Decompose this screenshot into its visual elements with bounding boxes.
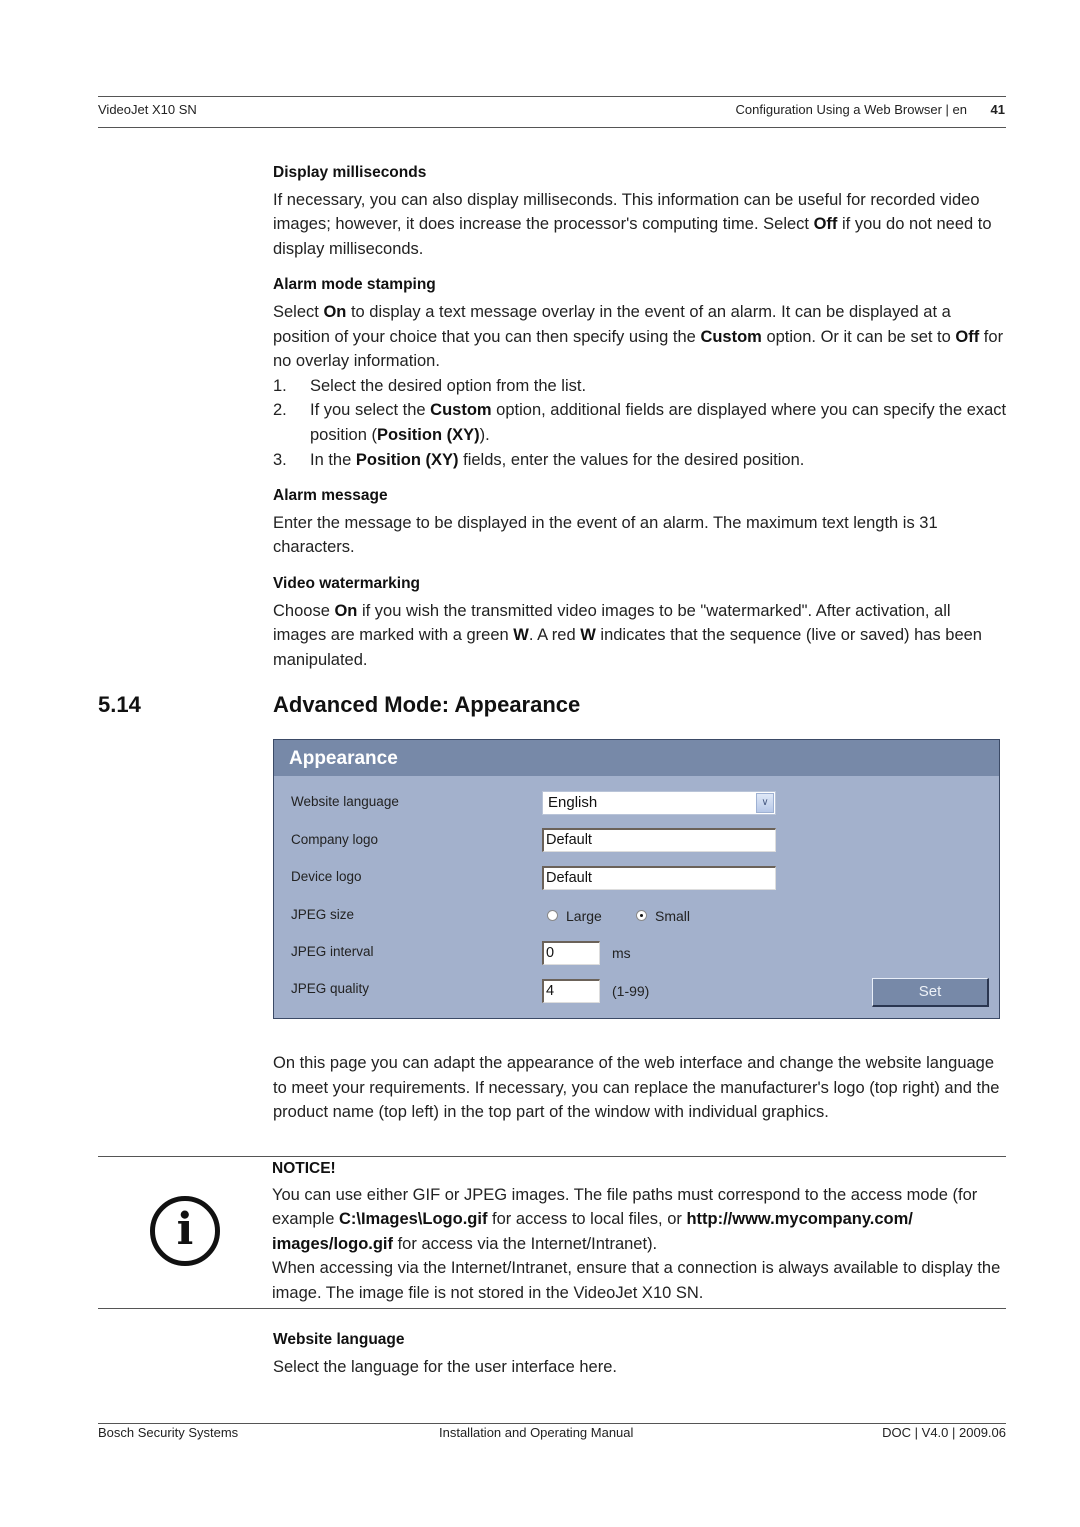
section-paragraph: Select On to display a text message over… — [273, 302, 1004, 371]
jpeg-size-label: JPEG size — [291, 907, 355, 922]
bold-term: Off — [813, 215, 838, 234]
jpeg-quality-label: JPEG quality — [291, 981, 370, 996]
footer-company: Bosch Security Systems — [98, 1425, 239, 1440]
section-display-milliseconds: Display milliseconds If necessary, you c… — [273, 161, 1008, 261]
list-item: 2. If you select the Custom option, addit… — [273, 401, 1007, 444]
section-heading: Website language — [273, 1331, 405, 1348]
top-sections: Display milliseconds If necessary, you c… — [273, 161, 1008, 672]
page-number: 41 — [990, 102, 1005, 117]
jpeg-interval-label: JPEG interval — [291, 944, 374, 959]
jpeg-interval-input[interactable]: 0 — [542, 941, 600, 965]
jpeg-size-small-label: Small — [655, 908, 691, 924]
jpeg-interval-unit: ms — [612, 945, 631, 961]
jpeg-quality-range: (1-99) — [612, 983, 650, 999]
bold-term: Position (XY) — [376, 425, 480, 444]
notice-heading: NOTICE! — [272, 1160, 336, 1177]
section-title: Advanced Mode: Appearance — [273, 692, 581, 717]
info-icon: i — [150, 1196, 220, 1266]
section-paragraph: Select the language for the user interfa… — [273, 1357, 617, 1376]
chevron-down-icon[interactable]: ∨ — [756, 793, 774, 813]
section-paragraph: Choose On if you wish the transmitted vi… — [273, 601, 982, 669]
header-rule-bottom — [98, 127, 1006, 128]
notice-paragraph-2: When accessing via the Internet/Intranet… — [272, 1259, 1001, 1302]
bold-term: C:\Images\Logo.gif — [338, 1210, 488, 1229]
section-number: 5.14 — [98, 692, 141, 717]
company-logo-label: Company logo — [291, 832, 379, 847]
intro-paragraph: On this page you can adapt the appearanc… — [273, 1054, 1000, 1122]
steps-list: 1. Select the desired option from the lis… — [273, 374, 1008, 472]
bold-term: W — [580, 626, 596, 645]
jpeg-size-large-radio[interactable] — [547, 910, 558, 921]
header-chapter: Configuration Using a Web Browser | en — [735, 102, 967, 117]
section-alarm-message: Alarm message Enter the message to be di… — [273, 484, 1008, 560]
device-logo-input[interactable]: Default — [542, 866, 776, 890]
jpeg-size-large-label: Large — [566, 908, 602, 924]
list-item: 1. Select the desired option from the lis… — [273, 376, 587, 395]
footer-rule — [98, 1423, 1006, 1424]
header-rule-top — [98, 96, 1006, 97]
jpeg-quality-input[interactable]: 4 — [542, 979, 600, 1003]
bold-term: Position (XY) — [355, 450, 459, 469]
list-item: 3. In the Position (XY) fields, enter the… — [273, 450, 805, 469]
notice-paragraph-1: You can use either GIF or JPEG images. T… — [272, 1185, 978, 1253]
header-product: VideoJet X10 SN — [98, 102, 197, 117]
website-language-label: Website language — [291, 794, 399, 809]
section-paragraph: Enter the message to be displayed in the… — [273, 513, 938, 557]
section-video-watermarking: Video watermarking Choose On if you wish… — [273, 572, 1008, 672]
section-heading: Video watermarking — [273, 574, 421, 592]
panel-title: Appearance — [274, 740, 999, 776]
section-heading: Display milliseconds — [273, 164, 427, 181]
bold-term: Custom — [700, 327, 762, 346]
footer-manual: Installation and Operating Manual — [439, 1425, 634, 1440]
section-alarm-mode-stamping: Alarm mode stamping Select On to display… — [273, 273, 1008, 472]
bold-term: On — [334, 601, 358, 620]
bold-term: W — [513, 626, 529, 645]
website-language-value: English — [548, 794, 598, 811]
bold-term: On — [323, 302, 347, 321]
bold-term: Off — [955, 327, 980, 346]
section-heading: Alarm message — [273, 487, 388, 505]
jpeg-size-small-radio[interactable] — [636, 910, 647, 921]
section-paragraph: If necessary, you can also display milli… — [273, 190, 992, 258]
bold-term: Custom — [430, 401, 492, 420]
website-language-select[interactable]: English ∨ — [542, 791, 776, 815]
company-logo-input[interactable]: Default — [542, 828, 776, 852]
section-heading: Alarm mode stamping — [273, 276, 436, 294]
notice-rule-bottom — [98, 1308, 1006, 1309]
notice-box: NOTICE! You can use either GIF or JPEG i… — [272, 1157, 1007, 1306]
appearance-panel: Appearance Website language English ∨ Co… — [273, 739, 1000, 1019]
set-button[interactable]: Set — [872, 978, 989, 1007]
section-website-language: Website language Select the language for… — [273, 1328, 1008, 1379]
footer-doc: DOC | V4.0 | 2009.06 — [882, 1425, 1006, 1440]
device-logo-label: Device logo — [291, 869, 362, 884]
